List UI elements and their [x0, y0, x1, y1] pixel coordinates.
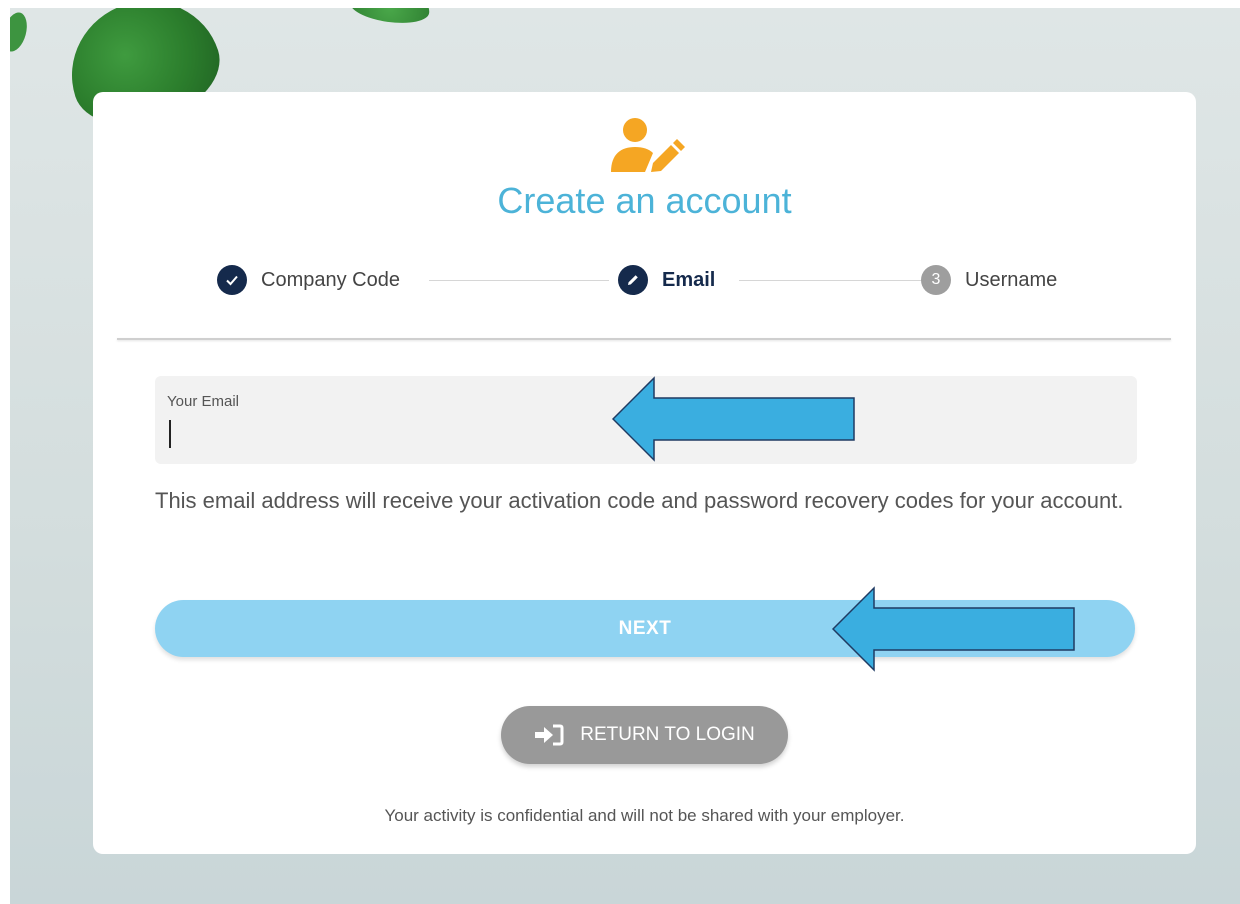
- step-connector: [429, 280, 609, 281]
- progress-stepper: Company Code Email 3 Username: [217, 264, 1077, 296]
- step-label: Username: [965, 268, 1058, 291]
- leaf-decoration: [10, 9, 31, 55]
- signup-card: Create an account Company Code Email 3 U…: [93, 92, 1196, 854]
- email-label: Your Email: [167, 393, 239, 410]
- confidentiality-note: Your activity is confidential and will n…: [384, 806, 905, 825]
- step-label: Company Code: [261, 268, 400, 291]
- section-divider: [117, 338, 1171, 340]
- left-arrow-icon: [832, 586, 1075, 672]
- step-email: Email: [618, 264, 715, 296]
- page-title: Create an account: [497, 180, 792, 221]
- pencil-icon: [618, 265, 648, 295]
- left-arrow-icon: [612, 376, 855, 462]
- check-icon: [217, 265, 247, 295]
- step-number: 3: [921, 265, 951, 295]
- step-username: 3 Username: [921, 264, 1057, 296]
- leaf-decoration: [347, 8, 433, 28]
- email-helper-text: This email address will receive your act…: [155, 488, 1124, 513]
- user-edit-icon: [611, 118, 685, 172]
- step-company-code: Company Code: [217, 264, 400, 296]
- return-to-login-label: RETURN TO LOGIN: [580, 724, 755, 745]
- text-caret: [169, 420, 171, 448]
- return-to-login-button[interactable]: RETURN TO LOGIN: [501, 706, 788, 764]
- step-label: Email: [662, 268, 716, 291]
- step-connector: [739, 280, 923, 281]
- sign-in-icon: [535, 724, 564, 746]
